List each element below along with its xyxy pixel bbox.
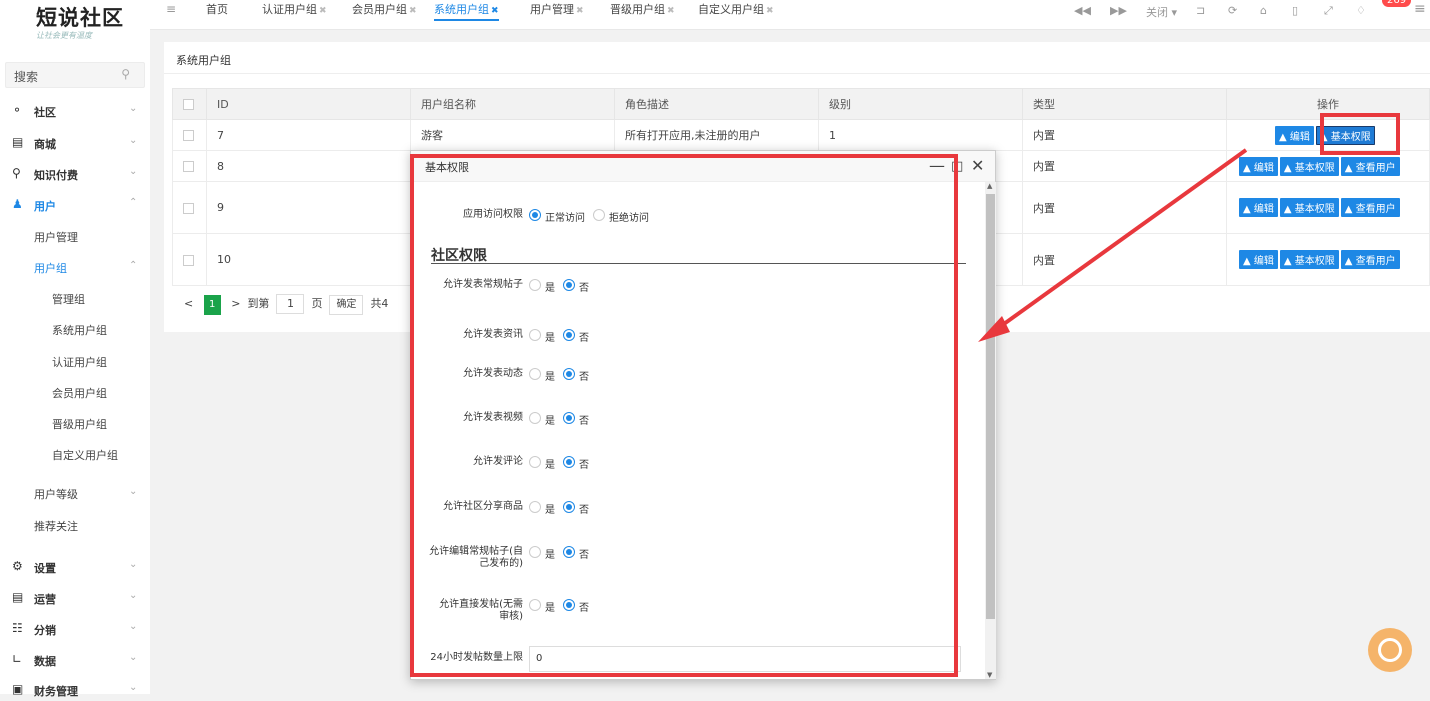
annotation-arrow [978, 148, 1248, 342]
support-float-button[interactable] [1368, 628, 1412, 672]
arrow-head [978, 316, 1010, 342]
arrow-line [988, 148, 1248, 336]
headset-icon [1378, 638, 1402, 662]
